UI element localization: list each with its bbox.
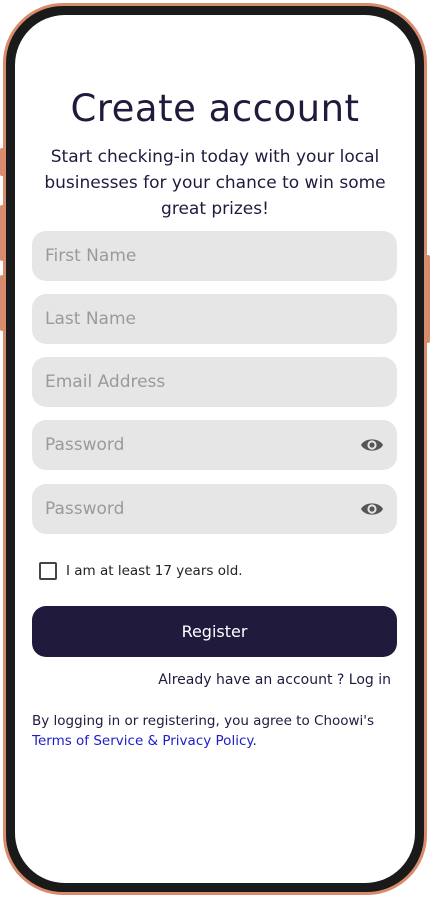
legal-notice: By logging in or registering, you agree … xyxy=(32,711,402,751)
email-input[interactable] xyxy=(32,357,397,407)
confirm-password-field[interactable] xyxy=(32,484,397,534)
register-button[interactable]: Register xyxy=(32,606,397,657)
password-field[interactable] xyxy=(32,420,397,470)
eye-icon[interactable] xyxy=(360,498,384,520)
phone-side-button xyxy=(0,275,4,331)
phone-side-button xyxy=(0,205,4,261)
eye-icon[interactable] xyxy=(360,434,384,456)
legal-period: . xyxy=(252,733,257,749)
age-checkbox-label[interactable]: I am at least 17 years old. xyxy=(66,563,243,579)
login-link[interactable]: Already have an account ? Log in xyxy=(158,672,391,688)
last-name-field[interactable] xyxy=(32,294,397,344)
password-input[interactable] xyxy=(32,420,397,470)
age-confirmation: I am at least 17 years old. xyxy=(39,560,243,582)
phone-side-button xyxy=(0,148,4,176)
confirm-password-input[interactable] xyxy=(32,484,397,534)
first-name-input[interactable] xyxy=(32,231,397,281)
terms-privacy-link[interactable]: Terms of Service & Privacy Policy xyxy=(32,733,252,749)
age-checkbox[interactable] xyxy=(39,562,57,580)
page-title: Create account xyxy=(70,87,360,130)
first-name-field[interactable] xyxy=(32,231,397,281)
phone-screen: Create account Start checking-in today w… xyxy=(15,15,415,883)
page-subtitle: Start checking-in today with your local … xyxy=(44,147,386,219)
legal-text: By logging in or registering, you agree … xyxy=(32,713,375,729)
register-screen: Create account Start checking-in today w… xyxy=(15,15,415,883)
last-name-input[interactable] xyxy=(32,294,397,344)
email-field[interactable] xyxy=(32,357,397,407)
phone-side-button xyxy=(426,255,430,343)
